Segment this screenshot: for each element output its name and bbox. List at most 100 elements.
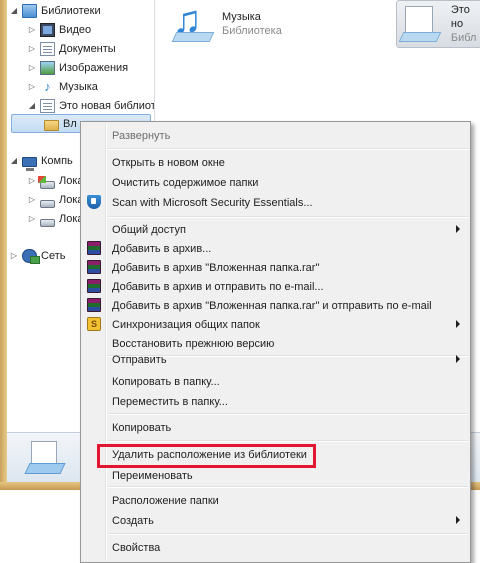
menu-separator	[108, 413, 468, 415]
menu-label: Создать	[112, 514, 154, 527]
menu-item-copy[interactable]: Копировать	[83, 418, 468, 437]
system-drive-icon	[38, 175, 55, 189]
menu-item-rename[interactable]: Переименовать	[83, 466, 468, 485]
menu-separator	[108, 148, 468, 150]
menu-item-scan-mse[interactable]: Scan with Microsoft Security Essentials.…	[83, 193, 468, 212]
winrar-icon	[87, 298, 101, 312]
menu-item-properties[interactable]: Свойства	[83, 538, 468, 557]
nav-item-video[interactable]: ▷ Видео	[27, 20, 91, 39]
nav-item-network[interactable]: ▷ Сеть	[9, 246, 65, 265]
menu-label: Переместить в папку...	[112, 395, 228, 408]
menu-label: Очистить содержимое папки	[112, 176, 259, 189]
documents-library-icon	[40, 41, 55, 56]
collapsed-arrow-icon[interactable]: ▷	[27, 82, 37, 92]
library-tile-new-library[interactable]: Это но Библ	[396, 0, 480, 48]
menu-item-copy-to[interactable]: Копировать в папку...	[83, 372, 468, 391]
library-icon	[25, 439, 65, 477]
menu-label: Копировать в папку...	[112, 375, 220, 388]
menu-item-expand[interactable]: Развернуть	[83, 126, 468, 145]
collapsed-arrow-icon[interactable]: ▷	[9, 251, 19, 261]
menu-label: Scan with Microsoft Security Essentials.…	[112, 196, 313, 209]
menu-separator	[108, 486, 468, 488]
nav-item-documents[interactable]: ▷ Документы	[27, 39, 116, 58]
nav-item-music[interactable]: ▷ ♪ Музыка	[27, 77, 98, 96]
menu-item-add-named-archive-email[interactable]: Добавить в архив "Вложенная папка.rar" и…	[83, 296, 468, 315]
menu-label: Добавить в архив "Вложенная папка.rar"	[112, 261, 320, 274]
menu-item-move-to[interactable]: Переместить в папку...	[83, 392, 468, 411]
menu-item-send-to[interactable]: Отправить	[83, 350, 468, 369]
tile-subtitle: Библ	[450, 32, 477, 44]
collapsed-arrow-icon[interactable]: ▷	[27, 44, 37, 54]
menu-separator	[108, 216, 468, 218]
menu-item-sync-shared[interactable]: S Синхронизация общих папок	[83, 315, 468, 334]
expanded-arrow-icon[interactable]: ◢	[27, 101, 37, 111]
nav-label-images: Изображения	[59, 61, 129, 74]
computer-icon	[22, 156, 37, 171]
menu-item-open-new-window[interactable]: Открыть в новом окне	[83, 153, 468, 172]
expanded-arrow-icon[interactable]: ◢	[9, 156, 19, 166]
menu-separator	[108, 533, 468, 535]
nav-label-network: Сеть	[41, 249, 66, 262]
nav-label-video: Видео	[59, 23, 92, 36]
highlight-annotation-box	[97, 444, 316, 468]
winrar-icon	[87, 279, 101, 293]
nav-item-images[interactable]: ▷ Изображения	[27, 58, 128, 77]
expanded-arrow-icon[interactable]: ◢	[9, 6, 19, 16]
tile-subtitle: Библиотека	[222, 25, 282, 37]
menu-label: Расположение папки	[112, 494, 219, 507]
menu-label: Отправить	[112, 353, 167, 366]
context-menu[interactable]: Развернуть Открыть в новом окне Очистить…	[80, 121, 471, 563]
menu-label: Переименовать	[112, 469, 193, 482]
window-frame-left	[0, 0, 7, 490]
nav-item-computer[interactable]: ◢ Компь	[9, 151, 73, 171]
submenu-arrow-icon	[456, 516, 460, 524]
nav-label-music: Музыка	[59, 80, 98, 93]
collapsed-arrow-icon[interactable]: ▷	[27, 214, 37, 224]
collapsed-arrow-icon[interactable]: ▷	[27, 176, 37, 186]
new-library-icon	[40, 98, 55, 113]
winrar-icon	[87, 241, 101, 255]
collapsed-arrow-icon[interactable]: ▷	[27, 195, 37, 205]
music-library-icon: ♪	[44, 78, 51, 94]
library-icon	[401, 2, 445, 46]
nav-item-libraries[interactable]: ◢ Библиотеки	[9, 1, 101, 20]
menu-label: Копировать	[112, 421, 172, 434]
nav-label-computer: Компь	[41, 154, 73, 167]
nav-item-local-disk-2[interactable]: ▷ Лока	[27, 190, 84, 209]
menu-item-add-archive[interactable]: Добавить в архив...	[83, 239, 468, 258]
menu-item-share[interactable]: Общий доступ	[83, 220, 468, 239]
menu-label: Добавить в архив...	[112, 242, 212, 255]
network-icon	[22, 248, 40, 264]
nav-item-local-disk-3[interactable]: ▷ Лока	[27, 209, 84, 228]
collapsed-arrow-icon[interactable]: ▷	[27, 63, 37, 73]
folder-icon	[44, 120, 59, 131]
video-library-icon	[40, 22, 55, 37]
security-shield-icon	[87, 195, 101, 209]
menu-label: Добавить в архив и отправить по e-mail..…	[112, 280, 324, 293]
menu-label: Свойства	[112, 541, 161, 554]
menu-separator	[108, 440, 468, 442]
menu-label: Открыть в новом окне	[112, 156, 225, 169]
drive-icon	[40, 218, 55, 227]
tile-name: Это но	[450, 4, 470, 30]
winrar-icon	[87, 260, 101, 274]
nav-label-nested-folder: Вл	[63, 117, 77, 130]
menu-label: Восстановить прежнюю версию	[112, 337, 275, 350]
library-icon	[22, 3, 37, 18]
collapsed-arrow-icon[interactable]: ▷	[27, 25, 37, 35]
menu-label: Развернуть	[112, 129, 171, 142]
images-library-icon	[40, 60, 55, 75]
menu-label: Добавить в архив "Вложенная папка.rar" и…	[112, 299, 432, 312]
sync-icon: S	[87, 317, 101, 331]
nav-item-local-disk-1[interactable]: ▷ Лока	[27, 171, 84, 190]
menu-item-folder-location[interactable]: Расположение папки	[83, 491, 468, 510]
menu-item-add-archive-email[interactable]: Добавить в архив и отправить по e-mail..…	[83, 277, 468, 296]
menu-item-create[interactable]: Создать	[83, 511, 468, 530]
nav-label-documents: Документы	[59, 42, 116, 55]
menu-item-add-named-archive[interactable]: Добавить в архив "Вложенная папка.rar"	[83, 258, 468, 277]
menu-label: Синхронизация общих папок	[112, 318, 260, 331]
library-tile-music[interactable]: Музыка Библиотека	[172, 0, 282, 48]
menu-item-clear-folder[interactable]: Очистить содержимое папки	[83, 173, 468, 192]
nav-item-new-library[interactable]: ◢ Это новая библиоте	[27, 96, 154, 115]
submenu-arrow-icon	[456, 355, 460, 363]
